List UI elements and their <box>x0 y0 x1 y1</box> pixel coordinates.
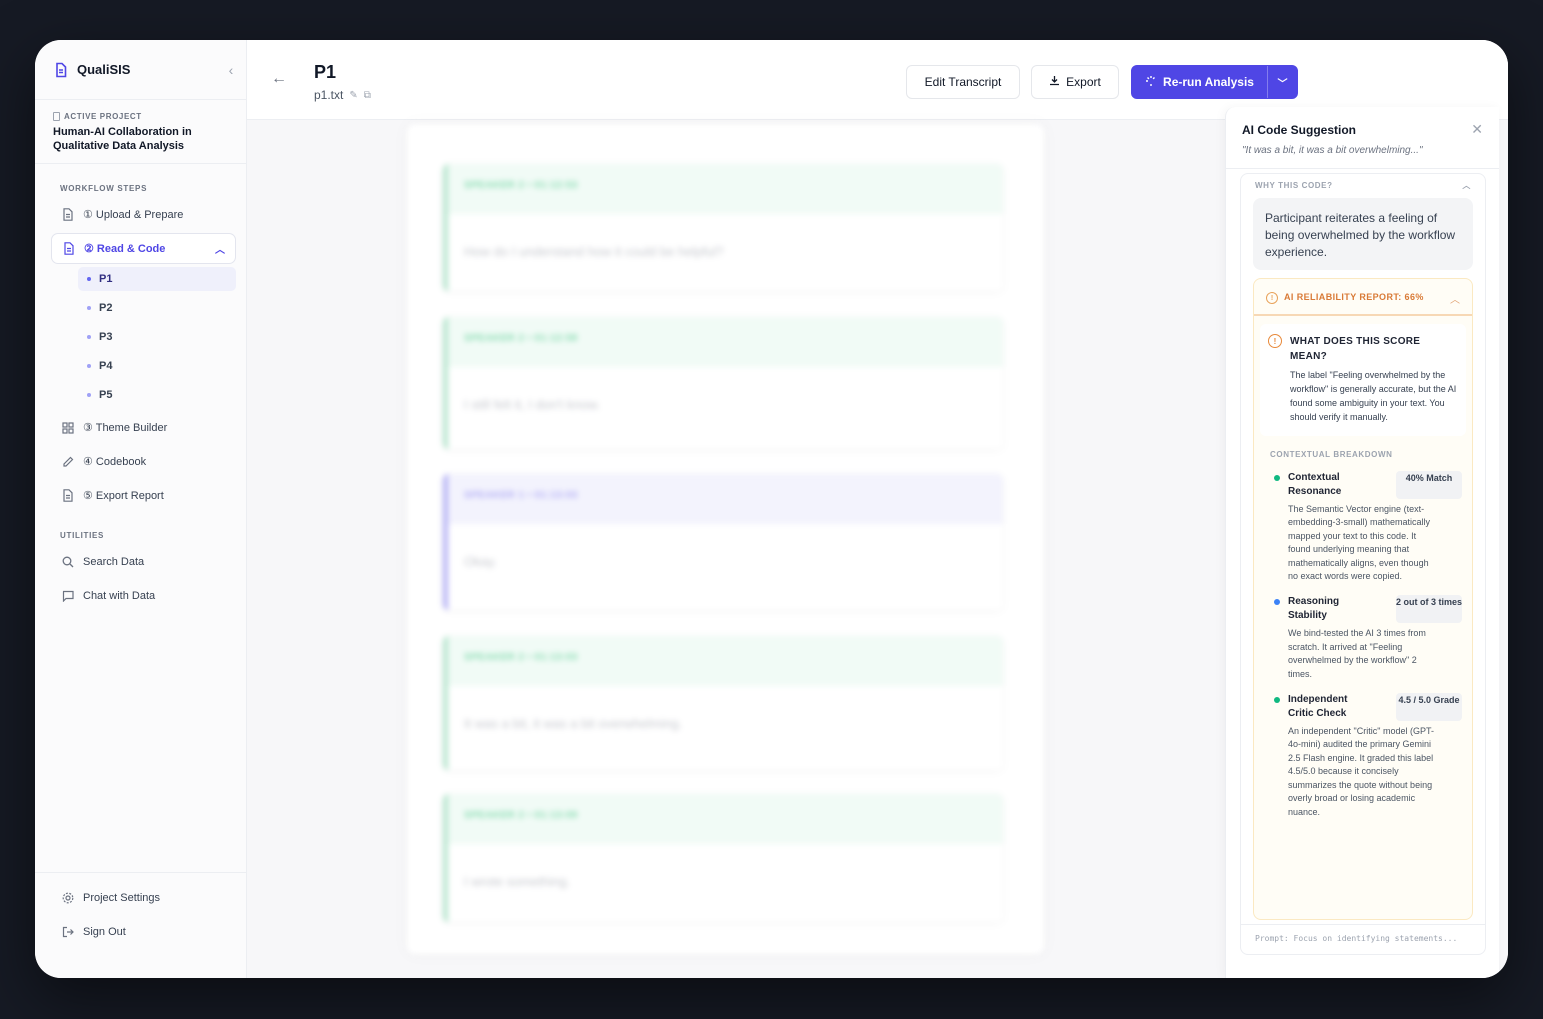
info-icon: ! <box>1266 292 1278 304</box>
file-item-p3[interactable]: P3 <box>78 325 236 349</box>
alert-circle-icon: ! <box>1268 334 1282 348</box>
utilities-title: UTILITIES <box>60 531 105 540</box>
chevron-up-icon[interactable]: ︿ <box>215 241 225 256</box>
collapse-sidebar-icon[interactable]: ‹ <box>216 62 246 78</box>
bullet-icon <box>87 277 91 281</box>
file-text-icon <box>62 242 76 256</box>
ai-suggestion-panel: AI Code Suggestion "It was a bit, it was… <box>1225 107 1499 978</box>
brand: QualiSIS ‹ <box>35 40 246 100</box>
copy-icon[interactable]: ⧉ <box>364 90 371 101</box>
why-explanation: Participant reiterates a feeling of bein… <box>1253 198 1473 270</box>
edit-transcript-button[interactable]: Edit Transcript <box>906 65 1020 99</box>
chevron-up-icon: ︿ <box>1450 295 1460 306</box>
bullet-icon <box>87 364 91 368</box>
ai-quote: "It was a bit, it was a bit overwhelming… <box>1242 145 1423 156</box>
metric-item: Reasoning Stability 2 out of 3 times We … <box>1274 595 1462 681</box>
export-button[interactable]: Export <box>1031 65 1119 99</box>
status-dot-icon <box>1274 475 1280 481</box>
active-project: ACTIVE PROJECT Human-AI Collaboration in… <box>35 100 246 164</box>
breakdown-title: CONTEXTUAL BREAKDOWN <box>1270 450 1393 459</box>
score-meaning-text: The label "Feeling overwhelmed by the wo… <box>1290 370 1457 422</box>
file-list: P1 P2 P3 P4 P5 <box>78 267 236 407</box>
score-meaning-title: WHAT DOES THIS SCORE MEAN? <box>1290 336 1421 362</box>
transcript-area: SPEAKER 2 • 01:12:53 How do I understand… <box>407 124 1044 954</box>
gear-icon <box>61 891 75 905</box>
active-project-label: ACTIVE PROJECT <box>53 112 228 121</box>
metric-description: An independent "Critic" model (GPT-4o-mi… <box>1288 726 1434 817</box>
file-icon <box>53 112 60 121</box>
app-name: QualiSIS <box>77 62 131 77</box>
metric-badge: 40% Match <box>1396 471 1462 499</box>
rerun-analysis-button[interactable]: Re-run Analysis ﹀ <box>1131 65 1298 99</box>
workflow-steps-title: WORKFLOW STEPS <box>60 184 148 193</box>
metric-description: The Semantic Vector engine (text-embeddi… <box>1288 504 1431 582</box>
sidebar: QualiSIS ‹ ACTIVE PROJECT Human-AI Colla… <box>35 40 247 978</box>
download-icon <box>1049 75 1060 89</box>
metric-description: We bind-tested the AI 3 times from scrat… <box>1288 628 1426 679</box>
spinner-icon <box>1145 75 1157 90</box>
chevron-up-icon: ︿ <box>1462 180 1471 190</box>
nav-export-report[interactable]: ⑤ Export Report <box>51 480 236 511</box>
prompt-preview: Prompt: Focus on identifying statements.… <box>1241 924 1485 954</box>
nav-chat-data[interactable]: Chat with Data <box>51 580 236 611</box>
grid-icon <box>61 421 75 435</box>
file-text-icon <box>61 489 75 503</box>
sidebar-footer: Project Settings Sign Out <box>35 872 246 978</box>
transcript-segment[interactable]: SPEAKER 1 • 01:13:03 Okay. <box>443 474 1003 610</box>
status-dot-icon <box>1274 697 1280 704</box>
file-item-p5[interactable]: P5 <box>78 383 236 407</box>
chat-bubble-icon <box>61 589 75 603</box>
chevron-down-icon: ﹀ <box>1277 78 1288 90</box>
transcript-segment[interactable]: SPEAKER 2 • 01:12:53 How do I understand… <box>443 164 1003 291</box>
nav-read-code[interactable]: ② Read & Code ︿ <box>51 233 236 264</box>
ai-panel-header: AI Code Suggestion "It was a bit, it was… <box>1226 107 1499 169</box>
metric-name: Reasoning Stability <box>1288 596 1340 622</box>
reliability-title: AI RELIABILITY REPORT: 66% <box>1284 292 1424 302</box>
file-name: p1.txt <box>314 88 344 102</box>
metric-badge: 2 out of 3 times <box>1396 595 1462 624</box>
nav-sign-out[interactable]: Sign Out <box>51 916 236 947</box>
ai-panel-title: AI Code Suggestion <box>1242 123 1356 137</box>
rerun-options-dropdown[interactable]: ﹀ <box>1267 66 1297 98</box>
file-item-p2[interactable]: P2 <box>78 296 236 320</box>
close-icon[interactable]: ✕ <box>1471 121 1483 138</box>
reliability-report: ! AI RELIABILITY REPORT: 66% ︿ ! WHAT DO… <box>1253 278 1473 920</box>
why-this-code-header[interactable]: WHY THIS CODE? ︿ <box>1241 174 1485 196</box>
bullet-icon <box>87 306 91 310</box>
score-meaning: ! WHAT DOES THIS SCORE MEAN? The label "… <box>1260 324 1466 436</box>
transcript-segment[interactable]: SPEAKER 2 • 01:13:03 It was a bit, it wa… <box>443 636 1003 770</box>
metric-item: Independent Critic Check 4.5 / 5.0 Grade… <box>1274 693 1462 819</box>
nav-theme-builder[interactable]: ③ Theme Builder <box>51 412 236 443</box>
pencil-icon <box>61 455 75 469</box>
main-area: ← P1 p1.txt ✎ ⧉ Edit Transcript Export R… <box>247 40 1508 978</box>
reliability-header[interactable]: ! AI RELIABILITY REPORT: 66% ︿ <box>1254 279 1472 316</box>
bullet-icon <box>87 335 91 339</box>
project-name: Human-AI Collaboration in Qualitative Da… <box>53 126 192 152</box>
document-logo-icon <box>53 62 69 78</box>
edit-filename-icon[interactable]: ✎ <box>349 90 357 101</box>
metric-name: Independent Critic Check <box>1288 694 1348 720</box>
sign-out-icon <box>61 925 75 939</box>
nav-codebook[interactable]: ④ Codebook <box>51 446 236 477</box>
metric-item: Contextual Resonance 40% Match The Seman… <box>1274 471 1462 583</box>
file-name-row: p1.txt ✎ ⧉ <box>314 88 371 102</box>
nav-project-settings[interactable]: Project Settings <box>51 882 236 913</box>
transcript-segment[interactable]: SPEAKER 2 • 01:13:09 I wrote something. <box>443 794 1003 922</box>
ai-suggestion-card: WHY THIS CODE? ︿ Participant reiterates … <box>1240 173 1486 955</box>
metric-badge: 4.5 / 5.0 Grade <box>1396 693 1462 722</box>
back-arrow-icon[interactable]: ← <box>271 70 287 88</box>
file-item-p4[interactable]: P4 <box>78 354 236 378</box>
bullet-icon <box>87 393 91 397</box>
search-icon <box>61 555 75 569</box>
transcript-segment[interactable]: SPEAKER 2 • 01:12:58 I still felt it, I … <box>443 317 1003 449</box>
status-dot-icon <box>1274 599 1280 606</box>
page-title: P1 <box>314 62 337 82</box>
metric-name: Contextual Resonance <box>1288 472 1342 497</box>
nav-upload-prepare[interactable]: ① Upload & Prepare <box>51 199 236 230</box>
app-window: QualiSIS ‹ ACTIVE PROJECT Human-AI Colla… <box>35 40 1508 978</box>
nav-search-data[interactable]: Search Data <box>51 546 236 577</box>
file-item-p1[interactable]: P1 <box>78 267 236 291</box>
file-text-icon <box>61 208 75 222</box>
